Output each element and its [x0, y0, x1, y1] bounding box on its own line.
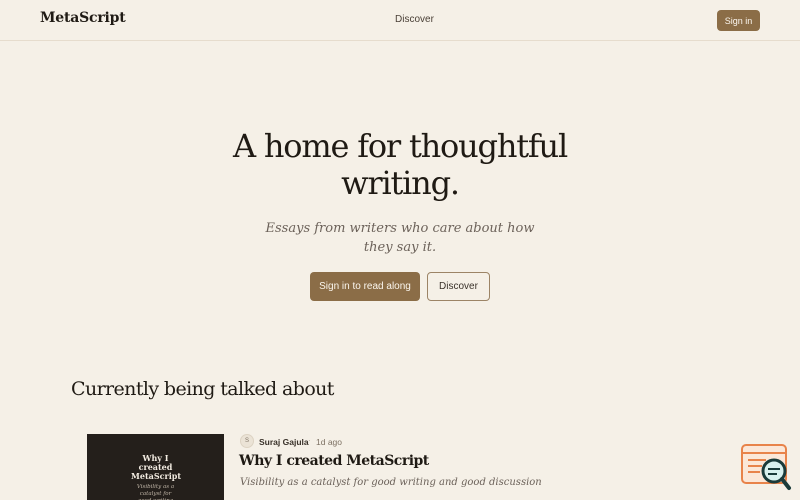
post-age: 1d ago [316, 437, 342, 447]
author-name[interactable]: Suraj Gajula [259, 437, 309, 447]
nav-discover-link[interactable]: Discover [395, 14, 434, 25]
thumbnail-title: Why I created MetaScript [131, 453, 182, 481]
article-thumbnail[interactable]: Why I created MetaScript Visibility as a… [87, 434, 224, 500]
author-avatar[interactable]: S [240, 434, 254, 448]
top-nav-bar: MetaScript Discover Sign in [0, 0, 800, 41]
thumbnail-subtitle: Visibility as a catalyst for good writin… [136, 484, 175, 500]
sign-in-button[interactable]: Sign in [717, 10, 760, 31]
sign-in-to-read-button[interactable]: Sign in to read along [310, 272, 420, 301]
article-card[interactable]: Why I created MetaScript Visibility as a… [87, 432, 687, 500]
logo[interactable]: MetaScript [40, 10, 126, 26]
discover-button[interactable]: Discover [427, 272, 490, 301]
meta-separator: · [308, 436, 311, 445]
browser-search-icon[interactable] [740, 443, 792, 491]
hero-subtitle: Essays from writers who care about how t… [265, 221, 535, 255]
hero-title: A home for thoughtful writing. [233, 127, 568, 202]
article-title[interactable]: Why I created MetaScript [239, 453, 429, 469]
section-heading: Currently being talked about [71, 378, 334, 400]
article-description: Visibility as a catalyst for good writin… [240, 477, 542, 488]
